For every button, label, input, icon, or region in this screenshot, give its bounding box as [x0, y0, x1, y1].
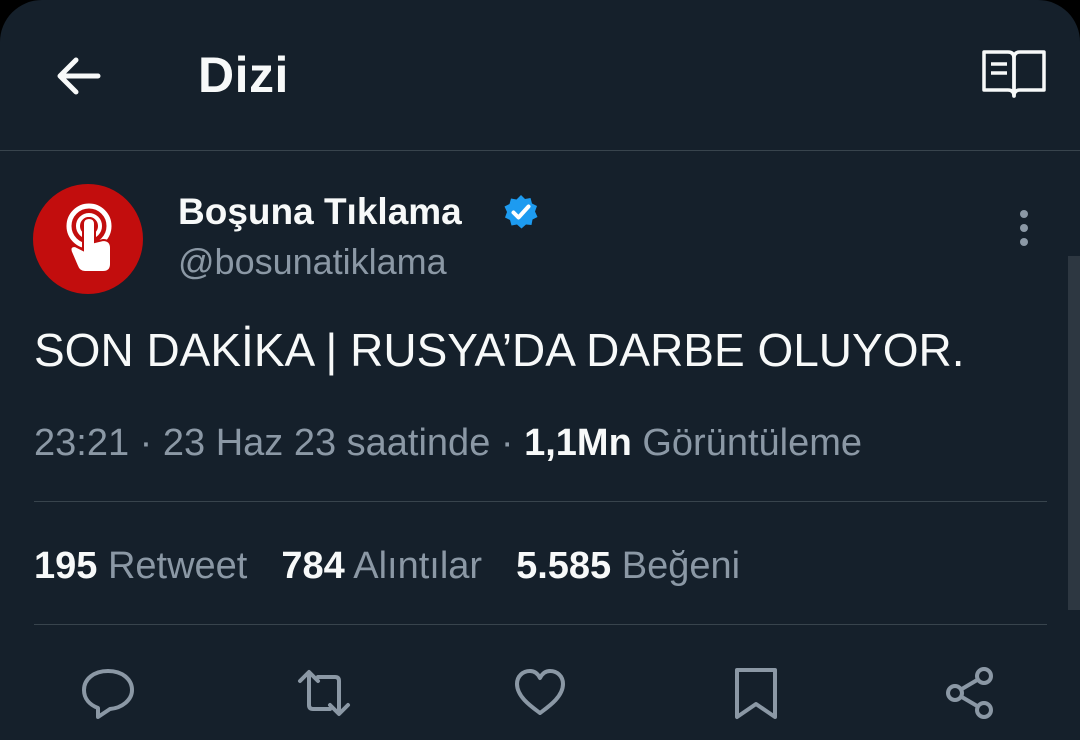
author-handle[interactable]: @bosunatiklama	[178, 241, 447, 283]
like-stat[interactable]: 5.585 Beğeni	[516, 545, 740, 588]
tweet-time[interactable]: 23:21	[34, 422, 129, 464]
tweet-meta: 23:21 · 23 Haz 23 saatinde · 1,1Mn Görün…	[34, 422, 862, 465]
divider	[34, 501, 1047, 502]
reply-button[interactable]	[80, 665, 136, 721]
retweet-stat[interactable]: 195 Retweet	[34, 545, 247, 588]
back-button[interactable]	[48, 48, 108, 108]
meta-separator: ·	[490, 422, 525, 464]
like-icon	[515, 669, 565, 715]
retweet-count: 195	[34, 545, 98, 587]
verified-badge-icon	[502, 193, 540, 231]
top-app-bar: Dizi	[0, 0, 1080, 151]
thread-screen: Dizi Boşuna Tıklama @bosunatiklama SON D…	[0, 0, 1080, 740]
divider	[34, 624, 1047, 625]
tweet-stats: 195 Retweet 784 Alıntılar 5.585 Beğeni	[34, 545, 774, 588]
like-count: 5.585	[516, 545, 612, 587]
quote-label: Alıntılar	[344, 545, 483, 587]
more-options-button[interactable]	[1006, 208, 1042, 250]
retweet-label: Retweet	[97, 545, 248, 587]
retweet-icon	[298, 670, 350, 716]
share-button[interactable]	[942, 665, 998, 721]
more-vertical-icon	[1020, 210, 1028, 246]
tap-finger-icon	[66, 203, 112, 273]
bookmark-icon	[735, 668, 777, 719]
meta-separator: ·	[129, 422, 163, 464]
like-button[interactable]	[512, 665, 568, 721]
like-label: Beğeni	[611, 545, 741, 587]
avatar[interactable]	[33, 184, 143, 294]
arrow-left-icon	[57, 57, 101, 95]
page-title: Dizi	[198, 47, 289, 103]
tweet-text: SON DAKİKA | RUSYA’DA DARBE OLUYOR.	[34, 324, 965, 376]
author-name[interactable]: Boşuna Tıklama	[178, 191, 462, 233]
bookmark-button[interactable]	[728, 665, 784, 721]
share-icon	[946, 667, 993, 719]
quote-count: 784	[281, 545, 345, 587]
tweet-date[interactable]: 23 Haz 23 saatinde	[163, 422, 490, 464]
reader-mode-button[interactable]	[980, 46, 1048, 102]
view-count-label[interactable]: Görüntüleme	[632, 422, 862, 464]
scrollbar[interactable]	[1068, 256, 1080, 610]
reader-mode-icon	[982, 50, 1046, 98]
retweet-button[interactable]	[296, 665, 352, 721]
quote-stat[interactable]: 784 Alıntılar	[281, 545, 482, 588]
reply-icon	[82, 669, 134, 719]
view-count[interactable]: 1,1Mn	[524, 422, 632, 464]
